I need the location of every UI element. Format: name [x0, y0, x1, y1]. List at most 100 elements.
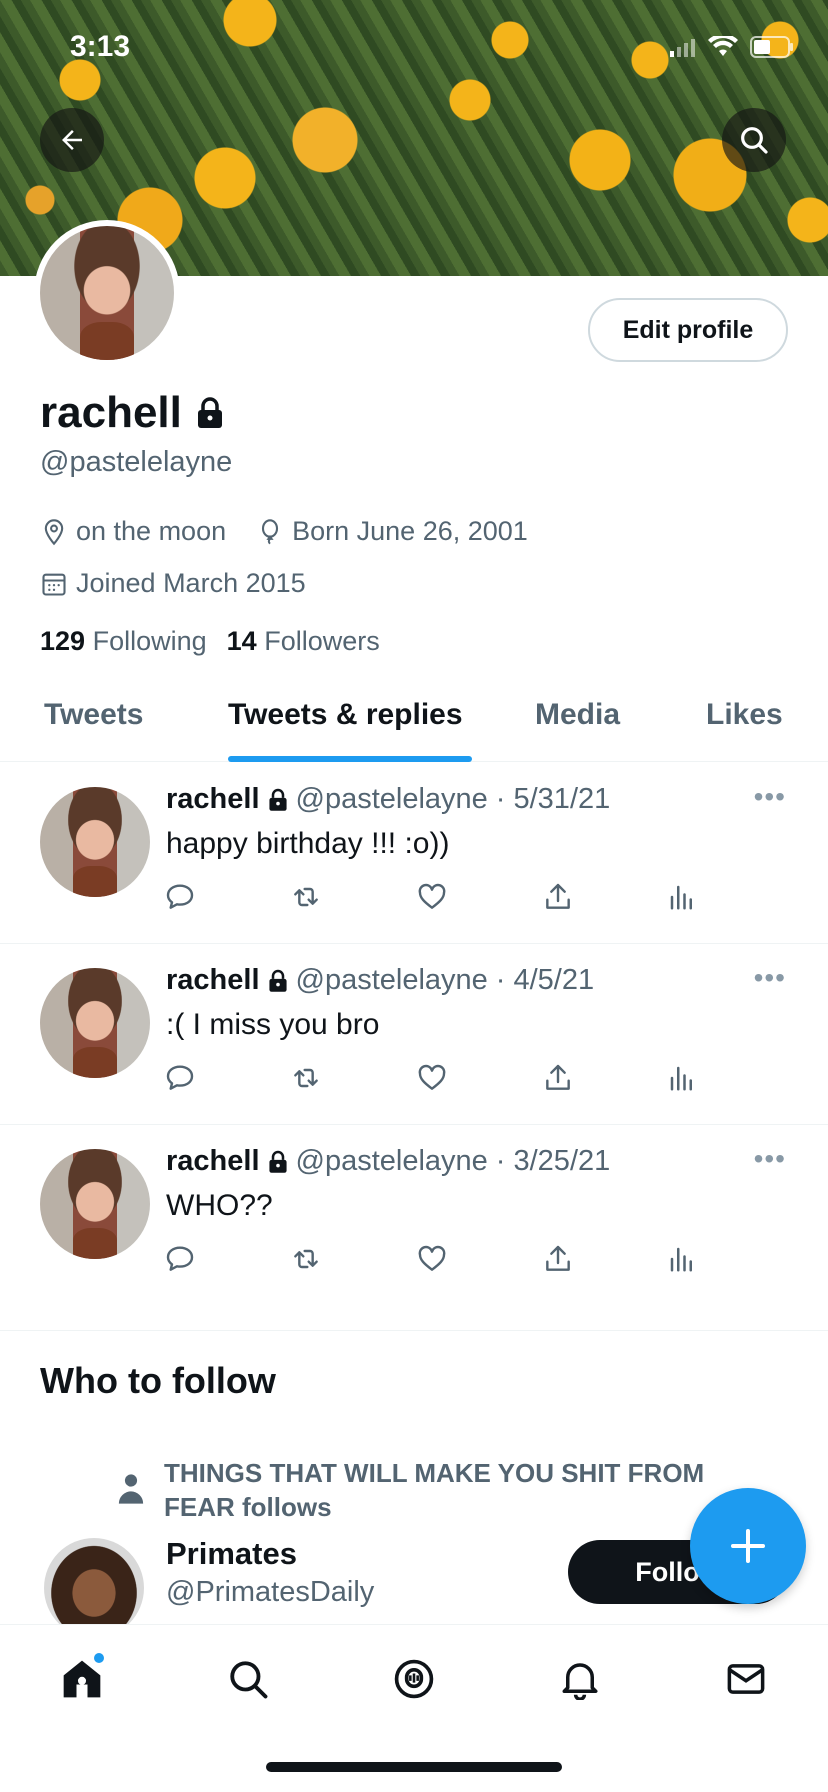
reply-icon: [166, 1065, 194, 1090]
retweet-icon: [294, 1249, 318, 1269]
tab-tweets[interactable]: Tweets: [44, 698, 143, 732]
tweet-header: rachell @pastelelayne · 5/31/21: [166, 783, 610, 816]
tweet-date[interactable]: · 3/25/21: [496, 1145, 610, 1178]
search-button[interactable]: [722, 108, 786, 172]
heart-icon: [418, 883, 446, 909]
suggestion-name[interactable]: Primates: [166, 1536, 297, 1572]
like-button[interactable]: [412, 1239, 452, 1279]
tweet-actions: [166, 1058, 786, 1098]
followers-label: Followers: [264, 626, 380, 656]
home-icon: [63, 1660, 101, 1698]
nav-home[interactable]: [52, 1649, 112, 1709]
share-icon: [546, 1245, 570, 1271]
share-button[interactable]: [538, 877, 578, 917]
tweet-avatar[interactable]: [40, 787, 150, 897]
tab-tweets-replies[interactable]: Tweets & replies: [228, 698, 463, 732]
retweet-button[interactable]: [286, 1239, 326, 1279]
suggestion-context-text: THINGS THAT WILL MAKE YOU SHIT FROM FEAR…: [164, 1458, 705, 1522]
person-icon: [118, 1474, 144, 1504]
tweet[interactable]: rachell @pastelelayne · 4/5/21 ••• :( I …: [0, 944, 828, 1125]
reply-icon: [166, 1246, 194, 1271]
followers-link[interactable]: 14 Followers: [227, 626, 380, 657]
tweet-avatar[interactable]: [40, 968, 150, 1078]
heart-icon: [418, 1245, 446, 1271]
following-label: Following: [92, 626, 207, 656]
suggestion-context: THINGS THAT WILL MAKE YOU SHIT FROM FEAR…: [116, 1456, 764, 1524]
lock-icon: [268, 788, 287, 811]
back-button[interactable]: [40, 108, 104, 172]
retweet-button[interactable]: [286, 877, 326, 917]
search-icon: [741, 127, 768, 154]
tweet-author-handle: @pastelelayne: [295, 1145, 488, 1177]
compose-tweet-button[interactable]: [690, 1488, 806, 1604]
like-button[interactable]: [412, 1058, 452, 1098]
join-date: Joined March 2015: [40, 568, 306, 599]
tweet-more-icon[interactable]: •••: [754, 1143, 786, 1175]
status-time: 3:13: [70, 30, 131, 63]
tweet-more-icon[interactable]: •••: [754, 962, 786, 994]
suggestion-avatar[interactable]: [44, 1538, 144, 1638]
analytics-button[interactable]: [662, 1058, 702, 1098]
share-button[interactable]: [538, 1239, 578, 1279]
tweet-more-icon[interactable]: •••: [754, 781, 786, 813]
signal-icon: [670, 39, 695, 57]
tweet-header: rachell @pastelelayne · 4/5/21: [166, 964, 594, 997]
lock-icon: [268, 1150, 287, 1173]
share-icon: [546, 1064, 570, 1090]
retweet-button[interactable]: [286, 1058, 326, 1098]
tweet[interactable]: rachell @pastelelayne · 5/31/21 ••• happ…: [0, 763, 828, 944]
reply-button[interactable]: [160, 877, 200, 917]
tab-media[interactable]: Media: [535, 698, 620, 732]
tweet[interactable]: rachell @pastelelayne · 3/25/21 ••• WHO?…: [0, 1125, 828, 1331]
lock-icon: [268, 969, 287, 992]
tweet-text: happy birthday !!! :o)): [166, 827, 450, 860]
retweet-icon: [294, 1068, 318, 1088]
suggestion-handle: @PrimatesDaily: [166, 1576, 375, 1608]
following-link[interactable]: 129 Following: [40, 626, 207, 657]
nav-search[interactable]: [218, 1649, 278, 1709]
analytics-button[interactable]: [662, 877, 702, 917]
profile-meta-row-1: on the moon Born June 26, 2001: [40, 516, 528, 547]
retweet-icon: [294, 887, 318, 907]
tweet-author-name[interactable]: rachell: [166, 1145, 260, 1178]
like-button[interactable]: [412, 877, 452, 917]
location-text: on the moon: [76, 516, 227, 546]
reply-icon: [166, 884, 194, 909]
tweet-date[interactable]: · 4/5/21: [496, 964, 594, 997]
nav-spaces[interactable]: [384, 1649, 444, 1709]
analytics-button[interactable]: [662, 1239, 702, 1279]
profile-meta-row-2: Joined March 2015: [40, 568, 306, 599]
birthday-text: Born June 26, 2001: [292, 516, 528, 546]
reply-button[interactable]: [160, 1058, 200, 1098]
profile-name-row: rachell: [40, 388, 224, 438]
join-date-text: Joined March 2015: [76, 568, 306, 598]
tweet-text: :( I miss you bro: [166, 1008, 380, 1041]
analytics-icon: [670, 1066, 692, 1091]
heart-icon: [418, 1064, 446, 1090]
home-indicator: [266, 1762, 562, 1772]
lock-icon: [197, 397, 222, 428]
tweet-author-name[interactable]: rachell: [166, 783, 260, 816]
balloon-icon: [262, 518, 279, 544]
share-button[interactable]: [538, 1058, 578, 1098]
following-count: 129: [40, 626, 86, 656]
mail-icon: [727, 1664, 765, 1694]
profile-handle: @pastelelayne: [40, 446, 233, 478]
nav-messages[interactable]: [716, 1649, 776, 1709]
profile-avatar[interactable]: [34, 220, 180, 366]
tweet-header: rachell @pastelelayne · 3/25/21: [166, 1145, 610, 1178]
tab-likes[interactable]: Likes: [706, 698, 783, 732]
tweet-avatar[interactable]: [40, 1149, 150, 1259]
reply-button[interactable]: [160, 1239, 200, 1279]
profile-display-name: rachell: [40, 388, 182, 437]
nav-notifications[interactable]: [550, 1649, 610, 1709]
tweet-date[interactable]: · 5/31/21: [496, 783, 610, 816]
tweet-author-handle: @pastelelayne: [295, 964, 488, 996]
tweet-actions: [166, 877, 786, 917]
tweet-author-handle: @pastelelayne: [295, 783, 488, 815]
tweet-author-name[interactable]: rachell: [166, 964, 260, 997]
edit-profile-button[interactable]: Edit profile: [588, 298, 788, 362]
profile-photo: [40, 226, 174, 360]
tweet-actions: [166, 1239, 786, 1279]
spaces-icon: [394, 1659, 434, 1699]
